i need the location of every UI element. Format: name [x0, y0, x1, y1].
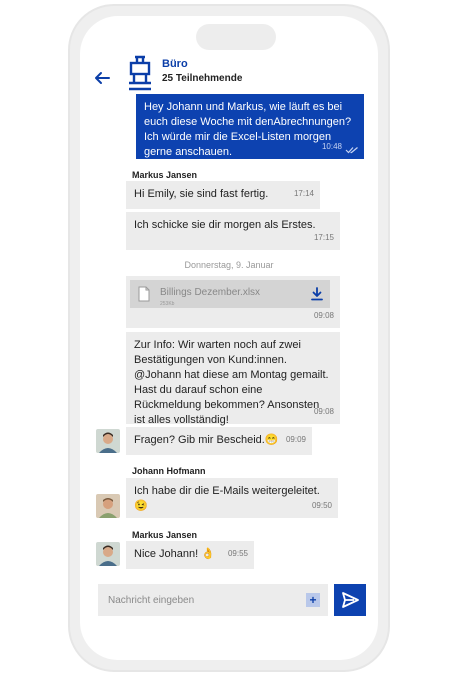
file-name: Billings Dezember.xlsx: [160, 287, 261, 298]
message-text: Nice Johann! 👌: [134, 548, 215, 560]
incoming-message[interactable]: Ich habe dir die E-Mails weitergeleitet.…: [126, 478, 338, 518]
avatar-markus[interactable]: [96, 542, 120, 566]
chat-screen: Büro 25 Teilnehmende Hey Johann und Mark…: [80, 16, 378, 660]
message-text: Ich habe dir die E-Mails weitergeleitet.…: [134, 485, 320, 512]
person-avatar-icon: [96, 494, 120, 518]
avatar-markus[interactable]: [96, 429, 120, 453]
sender-name: Johann Hofmann: [132, 466, 206, 476]
message-text: Hi Emily, sie sind fast fertig.: [134, 188, 269, 200]
download-icon[interactable]: [310, 287, 324, 301]
send-icon: [342, 592, 359, 608]
add-attachment-button[interactable]: +: [306, 593, 320, 607]
phone-frame: Büro 25 Teilnehmende Hey Johann und Mark…: [68, 4, 390, 672]
incoming-message[interactable]: Nice Johann! 👌 09:55: [126, 541, 254, 569]
document-icon: [138, 286, 150, 302]
chat-title: Büro: [162, 58, 188, 70]
office-building-icon: [129, 55, 151, 91]
message-time: 09:55: [227, 549, 248, 558]
message-time: 10:48: [321, 142, 342, 151]
incoming-message[interactable]: Ich schicke sie dir morgen als Erstes. 1…: [126, 212, 340, 250]
participant-count: 25 Teilnehmende: [162, 73, 243, 84]
message-text: Fragen? Gib mir Bescheid.😁: [134, 434, 279, 446]
avatar-johann[interactable]: [96, 494, 120, 518]
date-separator: Donnerstag, 9. Januar: [184, 260, 274, 270]
person-avatar-icon: [96, 542, 120, 566]
back-arrow-icon[interactable]: [92, 68, 112, 88]
message-time: 17:15: [313, 233, 334, 242]
send-button[interactable]: [334, 584, 366, 616]
incoming-message[interactable]: Hi Emily, sie sind fast fertig. 17:14: [126, 181, 320, 209]
person-avatar-icon: [96, 429, 120, 453]
sender-name: Markus Jansen: [132, 530, 198, 540]
message-text: Ich schicke sie dir morgen als Erstes.: [134, 219, 316, 231]
message-time: 09:08: [313, 407, 334, 416]
message-composer: +: [98, 584, 328, 616]
message-text: Zur Info: Wir warten noch auf zwei Bestä…: [134, 339, 329, 426]
chat-header: Büro 25 Teilnehmende: [80, 16, 378, 106]
incoming-message[interactable]: Zur Info: Wir warten noch auf zwei Bestä…: [126, 332, 340, 426]
incoming-message[interactable]: Fragen? Gib mir Bescheid.😁 09:09: [126, 427, 312, 455]
file-size: 253Kb: [160, 301, 175, 307]
file-message[interactable]: Billings Dezember.xlsx 253Kb 09:08: [126, 276, 340, 328]
message-input[interactable]: [98, 584, 298, 616]
message-time: 09:50: [311, 501, 332, 510]
message-time: 17:14: [293, 189, 314, 198]
outgoing-message[interactable]: Hey Johann und Markus, wie läuft es bei …: [136, 94, 364, 159]
double-check-icon: [345, 147, 358, 154]
file-attachment[interactable]: Billings Dezember.xlsx 253Kb: [130, 280, 330, 308]
message-time: 09:09: [285, 435, 306, 444]
sender-name: Markus Jansen: [132, 170, 198, 180]
message-text: Hey Johann und Markus, wie läuft es bei …: [144, 101, 352, 158]
message-time: 09:08: [313, 311, 334, 320]
